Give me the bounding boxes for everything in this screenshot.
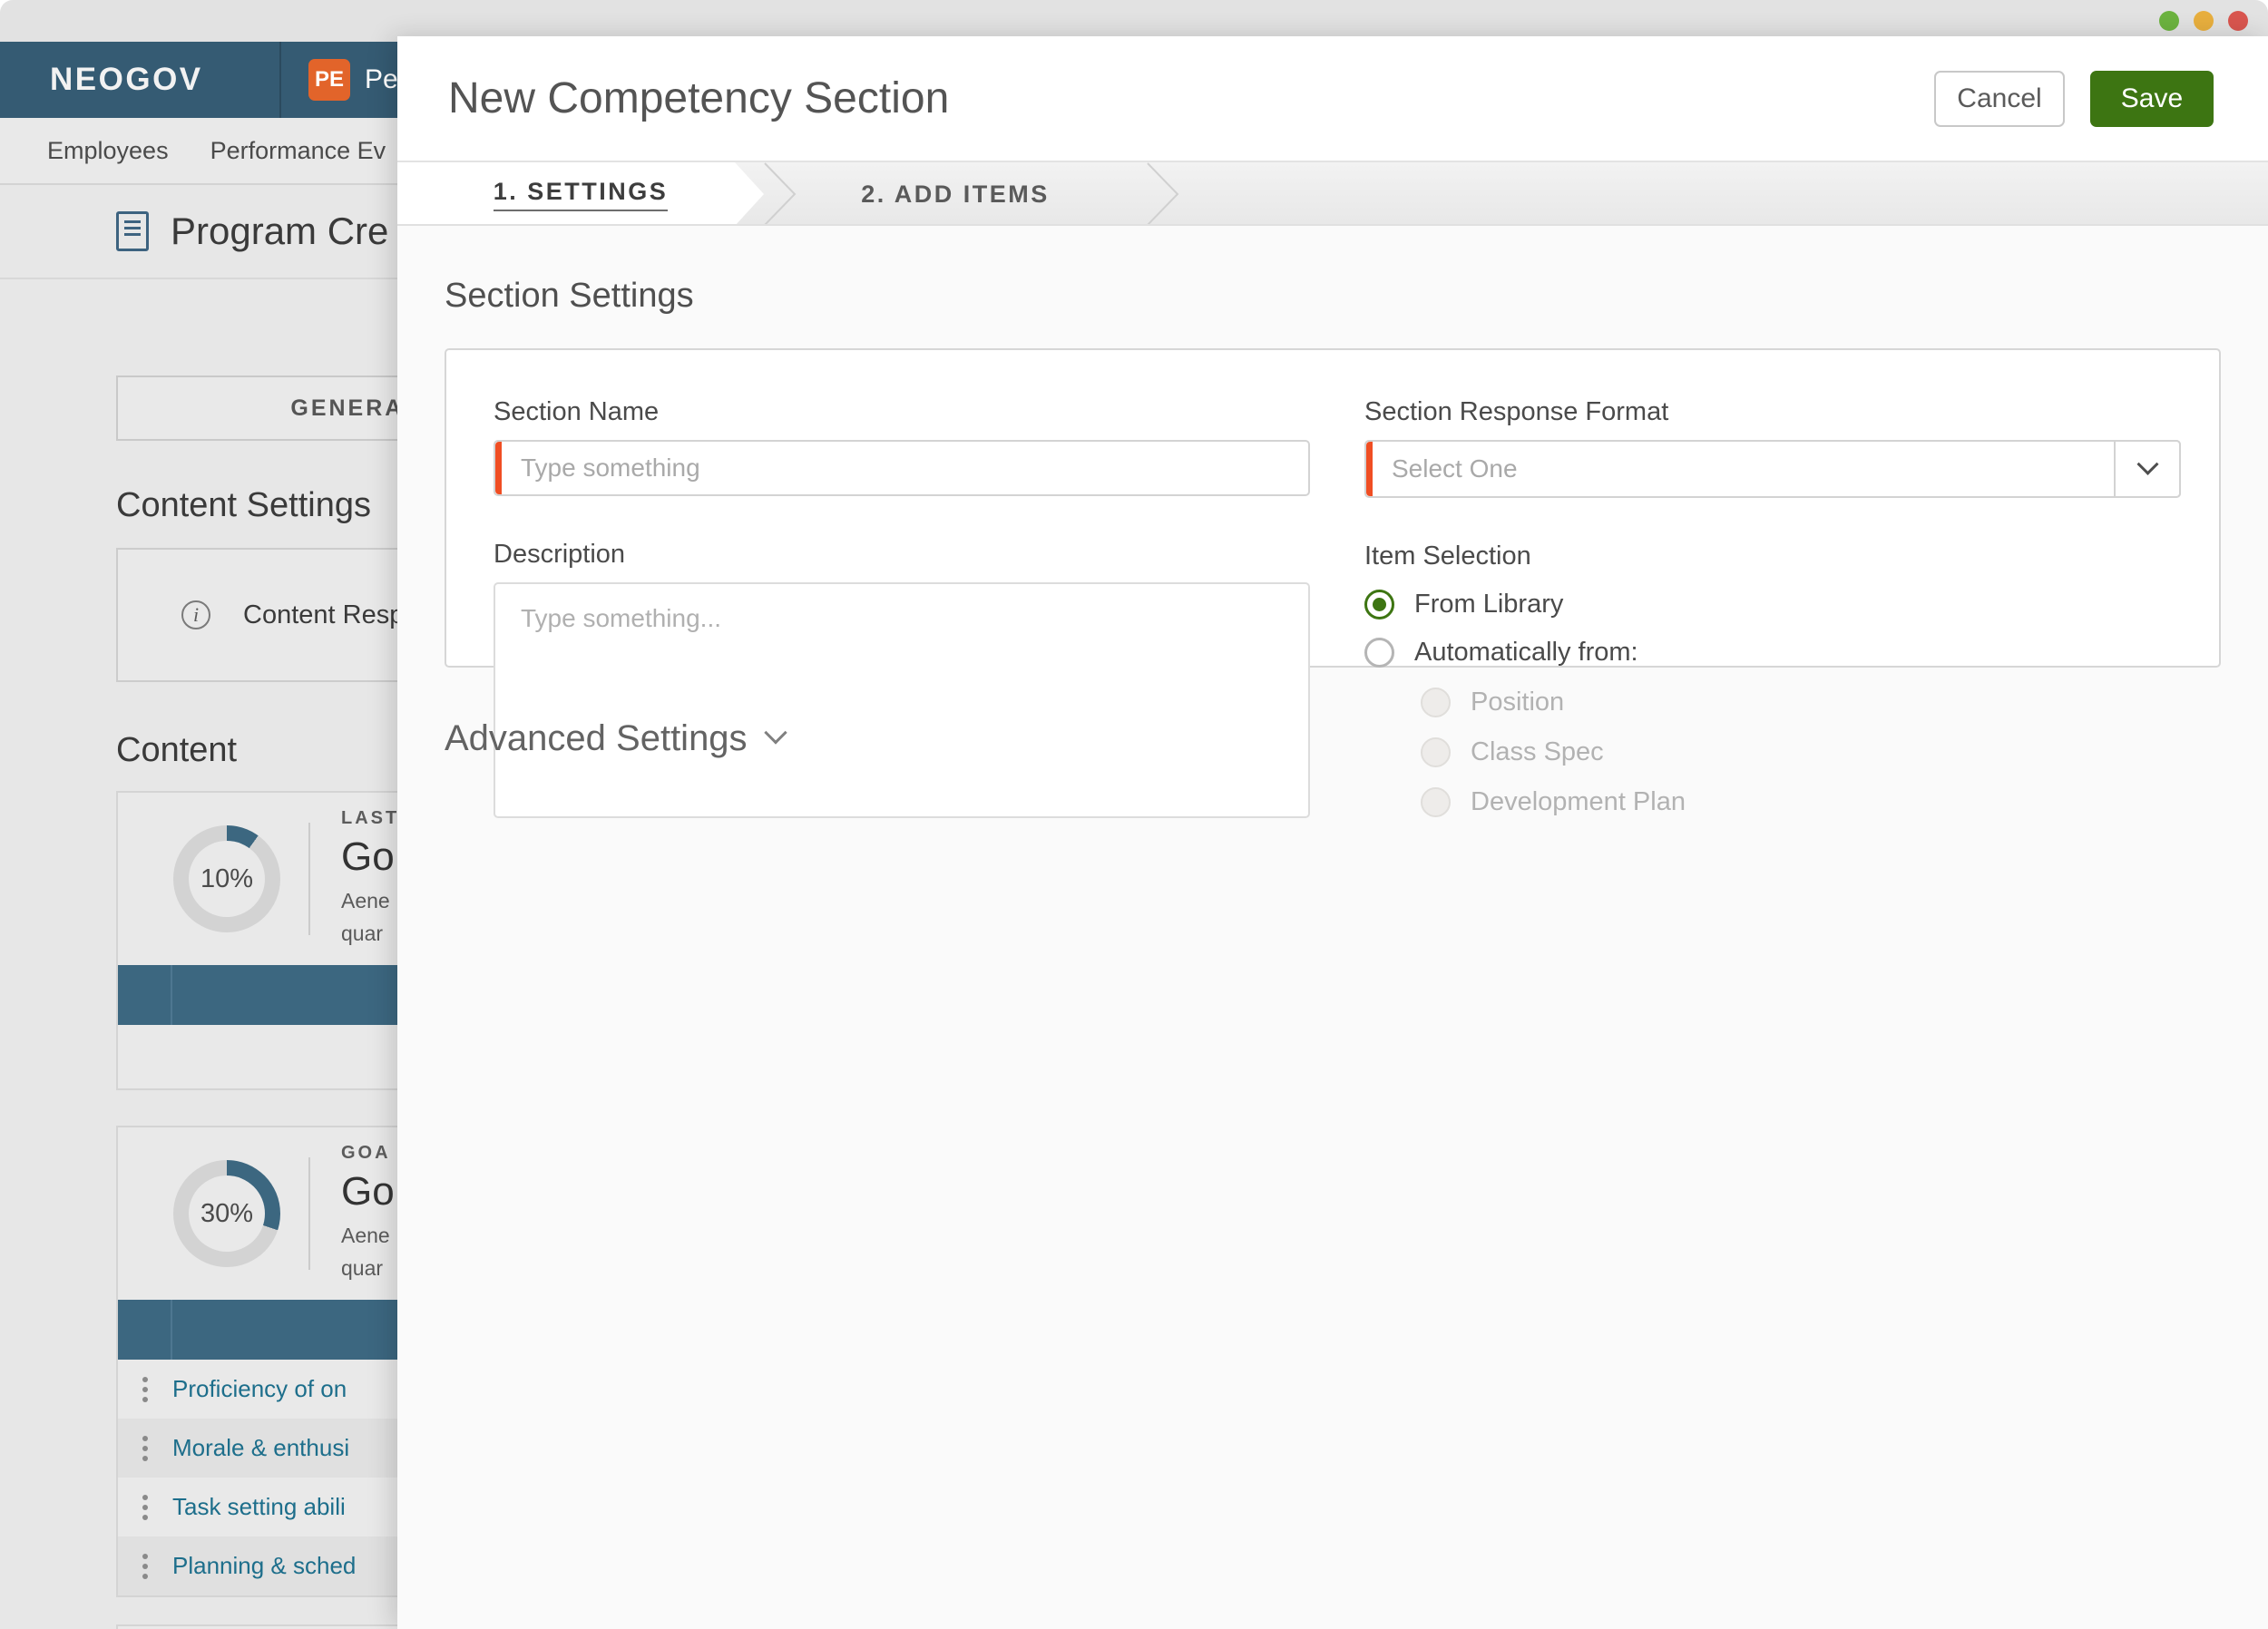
section-settings-card: Section Name Type something Description … — [445, 348, 2221, 818]
document-icon — [116, 211, 149, 251]
info-icon[interactable]: i — [181, 600, 210, 629]
progress-ring-label: 30% — [200, 1198, 254, 1228]
radio-from-library-input[interactable] — [1364, 590, 1394, 619]
list-item-label[interactable]: Proficiency of on — [172, 1375, 347, 1403]
content-card-text: GOA Go Aene quar — [310, 1143, 395, 1284]
content-card-eyebrow: GOA — [341, 1142, 391, 1163]
cancel-button[interactable]: Cancel — [1934, 70, 2065, 127]
chevron-down-icon[interactable] — [2114, 440, 2181, 498]
radio-from-library-label: From Library — [1414, 590, 1564, 619]
section-response-format-label: Section Response Format — [1364, 397, 1669, 426]
new-competency-section-modal: New Competency Section Cancel Save 1. SE… — [397, 36, 2268, 1629]
section-name-label: Section Name — [494, 397, 660, 426]
description-placeholder: Type something... — [521, 604, 722, 632]
maximize-button[interactable] — [2194, 11, 2214, 31]
progress-ring: 10% — [173, 825, 280, 932]
tab-separator-arrow-2 — [1147, 162, 1179, 224]
close-button[interactable] — [2228, 11, 2248, 31]
radio-class-spec: Class Spec — [1421, 737, 2181, 767]
content-heading: Content — [116, 731, 238, 769]
radio-from-library[interactable]: From Library — [1364, 590, 2181, 619]
radio-position-label: Position — [1471, 688, 1565, 717]
section-name-input[interactable]: Type something — [494, 440, 1310, 496]
progress-ring-wrapper: 10% — [145, 825, 308, 932]
modal-title: New Competency Section — [448, 74, 950, 122]
content-card-description-line2: quar — [341, 921, 384, 945]
kebab-menu-icon[interactable] — [142, 1386, 148, 1392]
progress-ring-wrapper: 30% — [145, 1160, 308, 1267]
content-card-eyebrow: LAST — [341, 807, 400, 828]
radio-class-spec-label: Class Spec — [1471, 737, 1604, 766]
list-item-label[interactable]: Morale & enthusi — [172, 1434, 349, 1462]
settings-left-column: Section Name Type something Description … — [446, 397, 1317, 818]
wizard-step-tabs: 1. SETTINGS 2. ADD ITEMS — [397, 162, 2268, 226]
kebab-menu-icon[interactable] — [142, 1504, 148, 1510]
section-response-format-select[interactable]: Select One — [1364, 440, 2181, 498]
radio-automatically-from-input[interactable] — [1364, 638, 1394, 668]
progress-ring-label: 10% — [200, 863, 254, 893]
kebab-menu-icon[interactable] — [142, 1445, 148, 1451]
radio-class-spec-input — [1421, 737, 1451, 767]
description-group: Description Type something... — [494, 540, 1317, 818]
content-card-description-line1: Aene — [341, 1223, 390, 1247]
tab-settings[interactable]: 1. SETTINGS — [397, 162, 764, 224]
content-response-label: Content Resp — [243, 600, 405, 629]
item-selection-label: Item Selection — [1364, 541, 1531, 571]
radio-development-plan: Development Plan — [1421, 787, 2181, 817]
content-card-text: LAST Go Aene quar — [310, 808, 399, 950]
pe-badge-icon: PE — [308, 59, 350, 101]
kebab-menu-icon[interactable] — [142, 1563, 148, 1569]
description-label: Description — [494, 540, 626, 569]
section-name-placeholder: Type something — [521, 454, 700, 482]
content-card-title: Go — [341, 834, 395, 879]
section-settings-heading: Section Settings — [445, 277, 694, 315]
drag-handle-column — [118, 1300, 172, 1360]
drag-handle-column — [118, 965, 172, 1025]
radio-automatically-from-label: Automatically from: — [1414, 638, 1638, 667]
content-card-title: Go — [341, 1168, 395, 1214]
modal-body: Section Settings Section Name Type somet… — [397, 226, 2268, 818]
progress-ring: 30% — [173, 1160, 280, 1267]
drag-handle-cell[interactable] — [118, 1386, 172, 1392]
content-settings-heading: Content Settings — [116, 486, 371, 524]
radio-position: Position — [1421, 688, 2181, 717]
content-card-description-line2: quar — [341, 1255, 384, 1280]
settings-right-column: Section Response Format Select One Item … — [1317, 397, 2219, 817]
drag-handle-cell[interactable] — [118, 1504, 172, 1510]
modal-header-actions: Cancel Save — [1934, 70, 2214, 127]
window-controls — [2159, 11, 2248, 31]
tab-add-items-label: 2. ADD ITEMS — [861, 180, 1050, 208]
radio-position-input — [1421, 688, 1451, 717]
list-item-label[interactable]: Planning & sched — [172, 1552, 356, 1580]
product-switcher[interactable]: PE Perf — [281, 59, 415, 101]
section-response-format-placeholder: Select One — [1392, 454, 1518, 483]
item-selection-group: Item Selection From Library Automaticall… — [1364, 541, 2181, 817]
radio-automatically-from[interactable]: Automatically from: — [1364, 638, 2181, 668]
description-textarea[interactable]: Type something... — [494, 582, 1310, 818]
nav-item-employees[interactable]: Employees — [47, 137, 169, 165]
modal-header: New Competency Section Cancel Save — [397, 36, 2268, 162]
drag-handle-cell[interactable] — [118, 1563, 172, 1569]
content-card-description-line1: Aene — [341, 888, 390, 912]
save-button[interactable]: Save — [2090, 70, 2214, 127]
radio-development-plan-input — [1421, 787, 1451, 817]
radio-development-plan-label: Development Plan — [1471, 787, 1686, 816]
tab-add-items[interactable]: 2. ADD ITEMS — [764, 162, 1147, 224]
neogov-logo[interactable]: NEOGOV — [0, 42, 281, 118]
list-item-label[interactable]: Task setting abili — [172, 1493, 346, 1521]
nav-item-performance-evaluations[interactable]: Performance Ev — [210, 137, 386, 165]
tab-settings-label: 1. SETTINGS — [493, 178, 669, 211]
advanced-settings-label: Advanced Settings — [445, 718, 748, 758]
minimize-button[interactable] — [2159, 11, 2179, 31]
page-title: Program Cre — [171, 210, 389, 252]
drag-handle-cell[interactable] — [118, 1445, 172, 1451]
